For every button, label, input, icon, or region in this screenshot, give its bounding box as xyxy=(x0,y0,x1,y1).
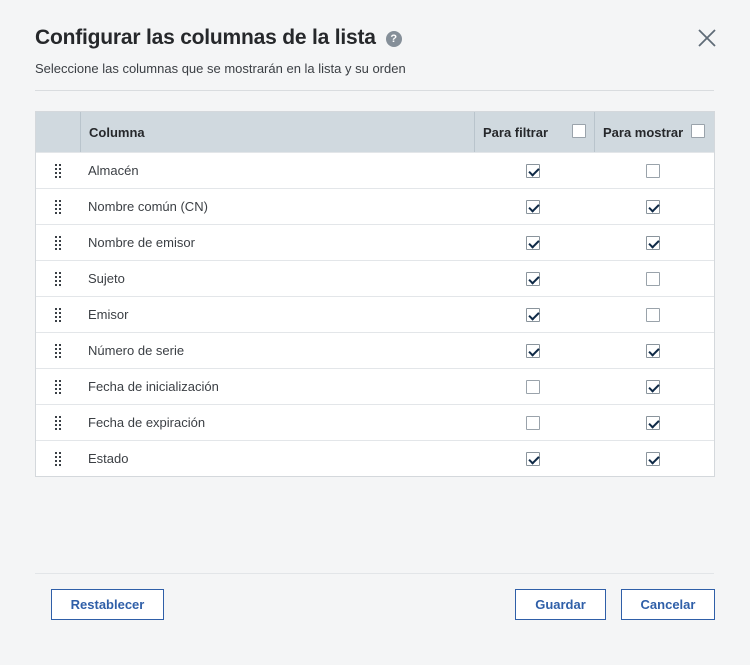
table-row: Fecha de expiración xyxy=(36,404,714,440)
drag-handle-icon xyxy=(54,307,63,322)
show-checkbox[interactable] xyxy=(646,163,660,178)
column-name: Almacén xyxy=(88,163,139,178)
cancel-button[interactable]: Cancelar xyxy=(621,589,715,620)
show-cell xyxy=(595,369,714,405)
select-all-filter-checkbox[interactable] xyxy=(572,124,586,138)
filter-checkbox[interactable] xyxy=(526,235,540,250)
header-show-label: Para mostrar xyxy=(603,124,684,140)
drag-handle[interactable] xyxy=(36,189,81,225)
column-name: Sujeto xyxy=(88,271,125,286)
drag-handle-icon xyxy=(54,379,63,394)
drag-handle[interactable] xyxy=(36,405,81,441)
show-cell xyxy=(595,189,714,225)
show-cell xyxy=(595,333,714,369)
column-name: Fecha de expiración xyxy=(88,415,206,430)
drag-handle-icon xyxy=(54,415,63,430)
drag-handle[interactable] xyxy=(36,261,81,297)
drag-handle[interactable] xyxy=(36,333,81,369)
filter-checkbox[interactable] xyxy=(526,379,540,394)
filter-cell xyxy=(475,225,595,261)
show-cell xyxy=(595,261,714,297)
reset-button[interactable]: Restablecer xyxy=(51,589,164,620)
close-button[interactable] xyxy=(697,28,717,48)
filter-cell xyxy=(475,441,595,477)
drag-handle-icon xyxy=(54,343,63,358)
column-name: Número de serie xyxy=(88,343,185,358)
divider xyxy=(35,90,714,91)
drag-handle-icon xyxy=(54,235,63,250)
table-row: Estado xyxy=(36,440,714,476)
show-checkbox[interactable] xyxy=(646,451,660,466)
drag-handle[interactable] xyxy=(36,225,81,261)
filter-checkbox[interactable] xyxy=(526,307,540,322)
filter-checkbox[interactable] xyxy=(526,199,540,214)
filter-cell xyxy=(475,405,595,441)
header-filter-label: Para filtrar xyxy=(483,124,549,140)
filter-cell xyxy=(475,333,595,369)
header-column: Columna xyxy=(81,112,475,152)
drag-handle[interactable] xyxy=(36,369,81,405)
table-row: Sujeto xyxy=(36,260,714,296)
show-checkbox[interactable] xyxy=(646,307,660,322)
column-name: Emisor xyxy=(88,307,129,322)
column-name: Fecha de inicialización xyxy=(88,379,219,394)
filter-cell xyxy=(475,153,595,189)
table-row: Nombre de emisor xyxy=(36,224,714,260)
dialog-subtitle: Seleccione las columnas que se mostrarán… xyxy=(35,61,406,76)
column-name: Nombre de emisor xyxy=(88,235,195,250)
filter-checkbox[interactable] xyxy=(526,163,540,178)
show-cell xyxy=(595,225,714,261)
column-name: Estado xyxy=(88,451,129,466)
filter-checkbox[interactable] xyxy=(526,271,540,286)
drag-handle[interactable] xyxy=(36,441,81,477)
title-row: Configurar las columnas de la lista ? xyxy=(35,26,402,50)
filter-checkbox[interactable] xyxy=(526,451,540,466)
show-checkbox[interactable] xyxy=(646,343,660,358)
footer-divider xyxy=(35,573,714,574)
filter-cell xyxy=(475,369,595,405)
show-cell xyxy=(595,405,714,441)
table-row: Emisor xyxy=(36,296,714,332)
show-cell xyxy=(595,441,714,477)
show-checkbox[interactable] xyxy=(646,235,660,250)
show-checkbox[interactable] xyxy=(646,271,660,286)
table-row: Nombre común (CN) xyxy=(36,188,714,224)
header-handle-cell xyxy=(36,112,81,152)
help-icon[interactable]: ? xyxy=(385,31,402,47)
close-icon xyxy=(698,29,716,47)
drag-handle-icon xyxy=(54,163,63,178)
column-name: Nombre común (CN) xyxy=(88,199,208,214)
show-checkbox[interactable] xyxy=(646,379,660,394)
filter-cell xyxy=(475,297,595,333)
show-checkbox[interactable] xyxy=(646,415,660,430)
drag-handle-icon xyxy=(54,271,63,286)
grid-body: Almacén Nombre común (CN) Nombre de emisor… xyxy=(36,152,714,476)
show-checkbox[interactable] xyxy=(646,199,660,214)
table-row: Número de serie xyxy=(36,332,714,368)
save-button[interactable]: Guardar xyxy=(515,589,606,620)
filter-checkbox[interactable] xyxy=(526,415,540,430)
header-show: Para mostrar xyxy=(595,112,714,152)
dialog-title: Configurar las columnas de la lista xyxy=(35,26,376,49)
table-row: Fecha de inicialización xyxy=(36,368,714,404)
grid-header: Columna Para filtrar Para mostrar xyxy=(36,112,714,152)
header-filter: Para filtrar xyxy=(475,112,595,152)
configure-columns-dialog: Configurar las columnas de la lista ? Se… xyxy=(0,0,750,665)
show-cell xyxy=(595,153,714,189)
table-row: Almacén xyxy=(36,152,714,188)
drag-handle[interactable] xyxy=(36,297,81,333)
drag-handle-icon xyxy=(54,451,63,466)
drag-handle-icon xyxy=(54,199,63,214)
filter-checkbox[interactable] xyxy=(526,343,540,358)
filter-cell xyxy=(475,189,595,225)
drag-handle[interactable] xyxy=(36,153,81,189)
show-cell xyxy=(595,297,714,333)
filter-cell xyxy=(475,261,595,297)
columns-grid: Columna Para filtrar Para mostrar Almacé… xyxy=(35,111,715,477)
select-all-show-checkbox[interactable] xyxy=(691,124,705,138)
